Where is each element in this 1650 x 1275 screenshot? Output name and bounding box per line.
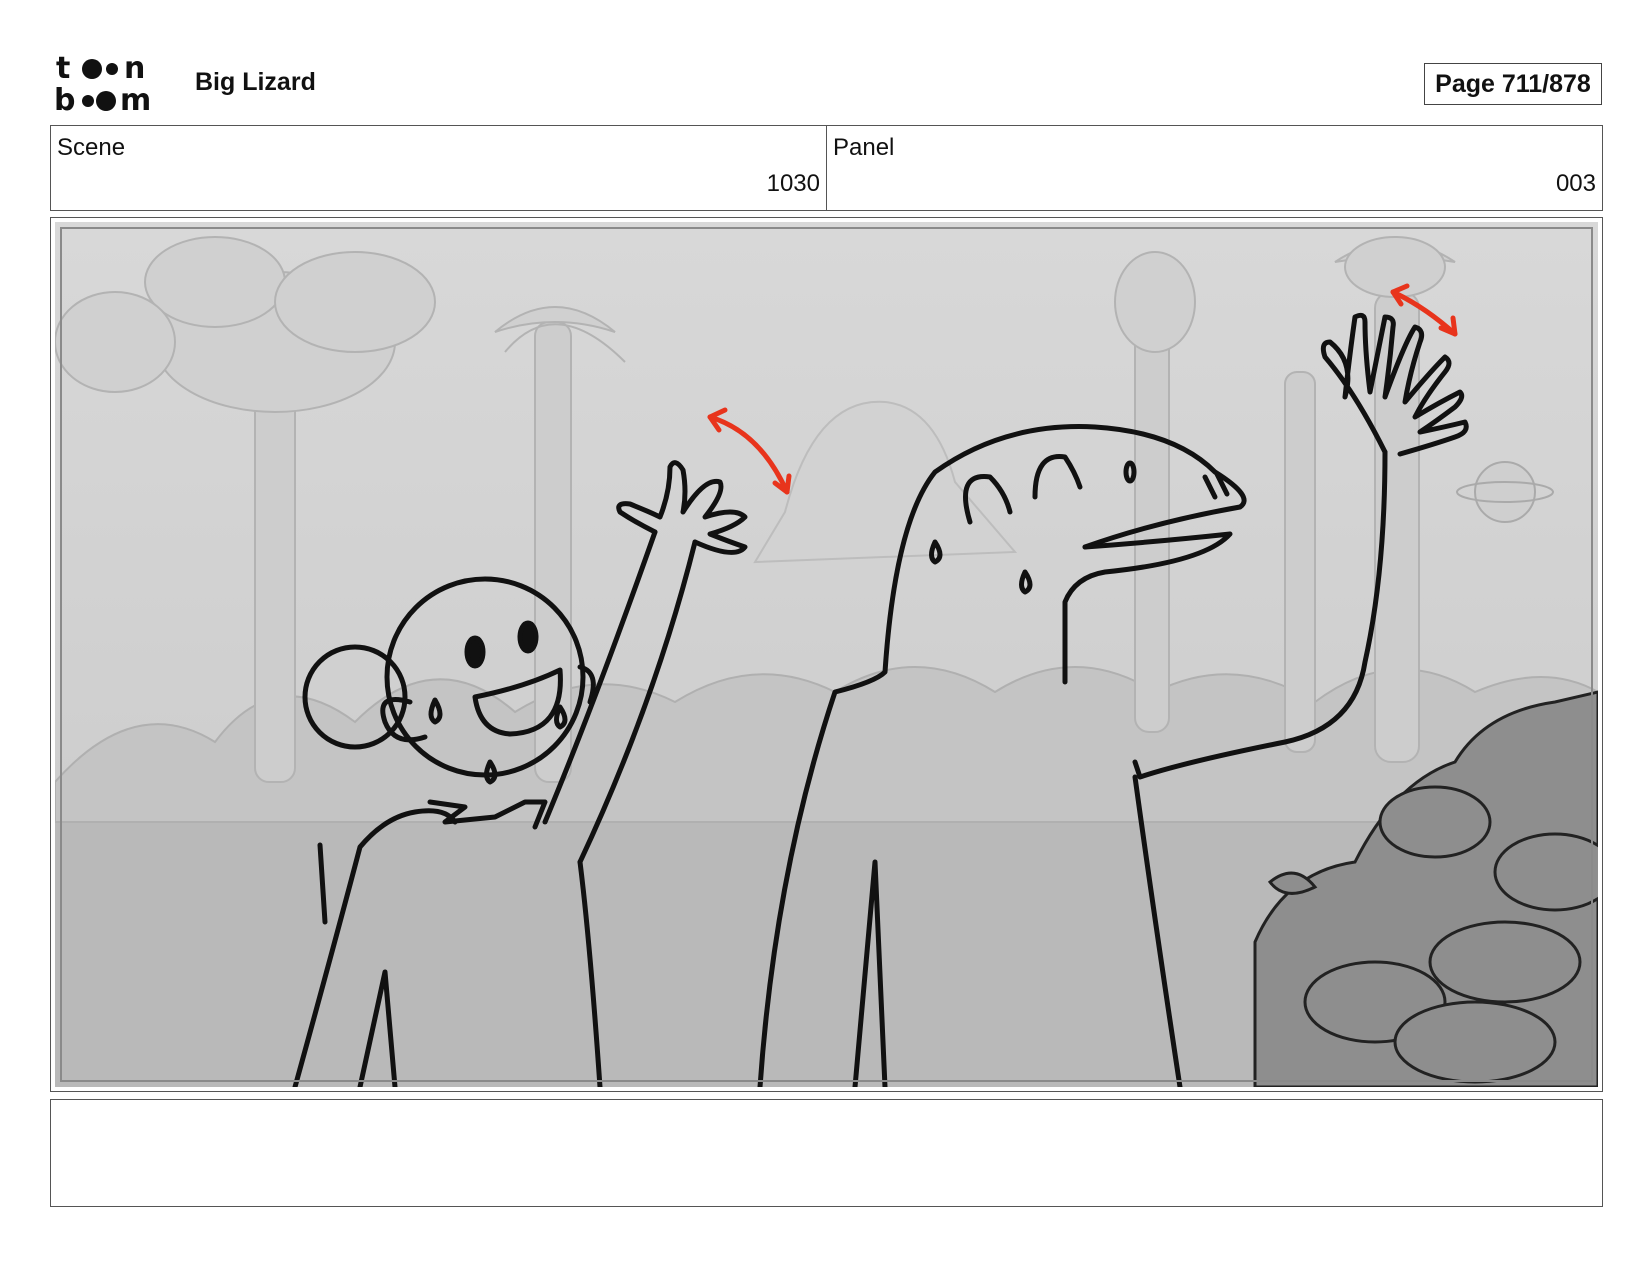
svg-text:b: b <box>54 83 75 114</box>
panel-cell: Panel 003 <box>826 126 1602 210</box>
storyboard-panel-image <box>55 222 1598 1087</box>
scene-label: Scene <box>57 134 126 161</box>
svg-text:n: n <box>124 52 145 86</box>
project-title: Big Lizard <box>195 68 316 96</box>
storyboard-frame <box>50 217 1603 1092</box>
scene-value: 1030 <box>766 170 820 197</box>
scene-cell: Scene 1030 <box>51 126 826 210</box>
panel-value: 003 <box>1555 170 1596 197</box>
toonboom-logo: t n b m <box>54 51 170 118</box>
page-indicator: Page 711/878 <box>1424 63 1602 105</box>
storyboard-sketch <box>55 222 1598 1087</box>
scene-panel-info: Scene 1030 Panel 003 <box>50 125 1603 211</box>
svg-text:m: m <box>120 83 151 114</box>
panel-label: Panel <box>833 134 895 161</box>
page-label: Page 711/878 <box>1435 69 1591 98</box>
svg-text:t: t <box>56 52 70 86</box>
notes-area <box>50 1099 1603 1207</box>
